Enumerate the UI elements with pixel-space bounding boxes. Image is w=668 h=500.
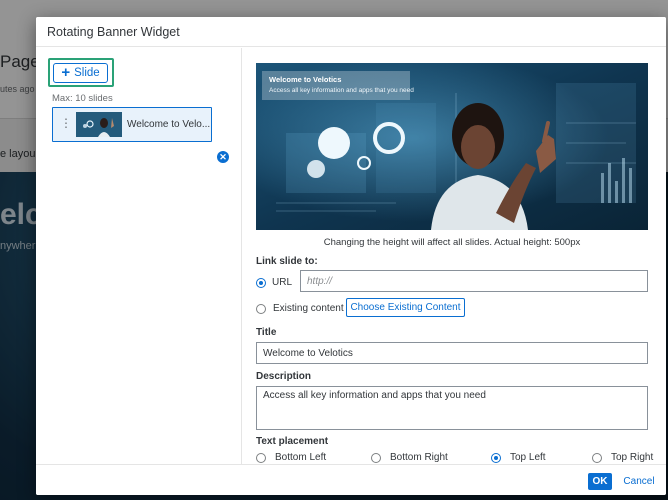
placement-label-top-left: Top Left (510, 452, 546, 463)
url-radio[interactable] (256, 278, 266, 288)
placement-label-top-right: Top Right (611, 452, 654, 463)
dialog-body: + Slide Max: 10 slides ⋮ Welcome to Velo… (36, 48, 666, 464)
slide-list-pane: + Slide Max: 10 slides ⋮ Welcome to Velo… (36, 48, 242, 464)
plus-icon: + (61, 64, 71, 81)
title-field-label: Title (256, 327, 277, 338)
add-slide-button[interactable]: + Slide (53, 63, 108, 83)
cancel-button[interactable]: Cancel (619, 473, 659, 490)
ok-button[interactable]: OK (588, 473, 612, 490)
preview-title: Welcome to Velotics (269, 75, 342, 84)
description-field-label: Description (256, 371, 312, 382)
drag-handle-icon[interactable]: ⋮ (60, 117, 72, 129)
preview-text-overlay: Welcome to Velotics Access all key infor… (262, 71, 414, 100)
slide-item-label: Welcome to Velo... (127, 119, 211, 130)
placement-label-bottom-left: Bottom Left (275, 452, 327, 463)
max-slides-text: Max: 10 slides (52, 93, 113, 104)
title-input[interactable] (256, 342, 648, 364)
choose-existing-content-button[interactable]: Choose Existing Content (346, 298, 465, 317)
rotating-banner-dialog: Rotating Banner Widget + Slide Max: 10 s… (36, 17, 666, 495)
existing-content-radio-label: Existing content (273, 303, 344, 314)
link-slide-label: Link slide to: (256, 256, 318, 267)
remove-slide-icon[interactable]: ✕ (217, 151, 229, 163)
dialog-header: Rotating Banner Widget (36, 17, 666, 47)
dialog-footer: OK Cancel (36, 464, 666, 495)
dialog-title: Rotating Banner Widget (47, 25, 180, 39)
url-radio-label: URL (272, 277, 293, 288)
placement-radio-top-left[interactable] (491, 453, 501, 463)
placement-radio-bottom-right[interactable] (371, 453, 381, 463)
slide-list-item[interactable]: ⋮ Welcome to Velo... (52, 107, 212, 142)
placement-label-bottom-right: Bottom Right (390, 452, 448, 463)
slide-preview-image: Welcome to Velotics Access all key infor… (256, 63, 648, 230)
add-slide-label: Slide (74, 67, 100, 79)
placement-radio-top-right[interactable] (592, 453, 602, 463)
height-note: Changing the height will affect all slid… (323, 237, 581, 248)
existing-content-radio[interactable] (256, 304, 266, 314)
description-textarea[interactable]: Access all key information and apps that… (256, 386, 648, 430)
url-input[interactable] (300, 270, 648, 292)
placement-radio-bottom-left[interactable] (256, 453, 266, 463)
preview-subtitle: Access all key information and apps that… (269, 87, 414, 94)
text-placement-label: Text placement (256, 436, 329, 447)
slide-thumbnail (76, 112, 122, 137)
